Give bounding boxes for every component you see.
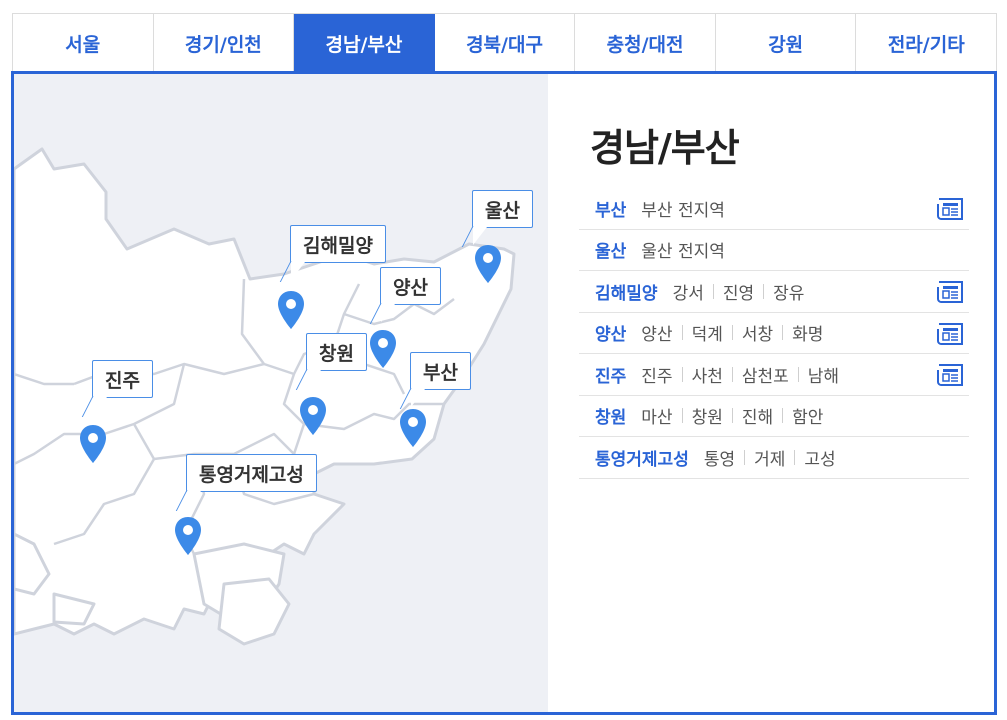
city-link-changwon[interactable]: 창원: [595, 403, 626, 428]
newspaper-icon[interactable]: [935, 196, 965, 222]
sub-area-link[interactable]: 창원: [692, 403, 723, 428]
city-link-yangsan[interactable]: 양산: [595, 320, 626, 345]
region-title: 경남/부산: [590, 126, 740, 170]
divider: [782, 325, 784, 341]
city-link-jinju[interactable]: 진주: [595, 362, 626, 387]
sub-area-link[interactable]: 부산 전지역: [641, 196, 725, 221]
sub-area-link[interactable]: 진주: [641, 362, 672, 387]
map-label-changwon[interactable]: 창원: [306, 333, 367, 371]
region-map: 울산 김해밀양 양산 창원 부산 진주 통영거제고성: [14, 74, 548, 712]
city-link-gimhae[interactable]: 김해밀양: [595, 279, 658, 304]
sub-area-link[interactable]: 거제: [754, 445, 785, 470]
sub-area-link[interactable]: 마산: [641, 403, 672, 428]
map-pin-icon[interactable]: [368, 329, 398, 369]
list-item: 통영거제고성 통영 거제 고성: [579, 437, 969, 479]
sub-area-link[interactable]: 덕계: [692, 320, 723, 345]
sub-area-link[interactable]: 진영: [723, 279, 754, 304]
sub-area-link[interactable]: 고성: [804, 445, 835, 470]
sub-area-link[interactable]: 남해: [808, 362, 839, 387]
map-pin-icon[interactable]: [78, 424, 108, 464]
list-item: 김해밀양 강서 진영 장유: [579, 271, 969, 313]
divider: [763, 283, 765, 299]
city-link-tongyeong[interactable]: 통영거제고성: [595, 445, 689, 470]
map-pin-icon[interactable]: [276, 290, 306, 330]
map-pin-icon[interactable]: [298, 396, 328, 436]
map-pin-icon[interactable]: [173, 516, 203, 556]
tab-gyeongnam-busan[interactable]: 경남/부산: [294, 14, 435, 72]
map-pin-icon[interactable]: [473, 244, 503, 284]
map-pin-icon[interactable]: [398, 408, 428, 448]
newspaper-icon[interactable]: [935, 362, 965, 388]
sub-area-link[interactable]: 진해: [742, 403, 773, 428]
map-label-tongyeong[interactable]: 통영거제고성: [186, 454, 317, 492]
divider: [681, 325, 683, 341]
city-list: 부산 부산 전지역 울산 울산 전지역 김해밀양 강서 진영 장유 양산 양산 …: [579, 188, 969, 479]
tab-chungcheong-daejeon[interactable]: 충청/대전: [575, 14, 716, 72]
divider: [681, 366, 683, 382]
city-link-ulsan[interactable]: 울산: [595, 237, 626, 262]
list-item: 진주 진주 사천 삼천포 남해: [579, 354, 969, 396]
sub-area-link[interactable]: 강서: [673, 279, 704, 304]
divider: [712, 283, 714, 299]
newspaper-icon[interactable]: [935, 279, 965, 305]
sub-area-link[interactable]: 울산 전지역: [641, 237, 725, 262]
map-label-gimhae[interactable]: 김해밀양: [290, 225, 386, 263]
sub-area-link[interactable]: 양산: [641, 320, 672, 345]
list-item: 양산 양산 덕계 서창 화명: [579, 313, 969, 354]
region-tabs: 서울 경기/인천 경남/부산 경북/대구 충청/대전 강원 전라/기타: [12, 13, 998, 72]
divider: [731, 408, 733, 424]
tab-gyeongbuk-daegu[interactable]: 경북/대구: [434, 14, 576, 72]
list-item: 창원 마산 창원 진해 함안: [579, 396, 969, 437]
divider: [731, 325, 733, 341]
region-panel: 경남/부산 부산 부산 전지역 울산 울산 전지역 김해밀양 강서 진영 장유 …: [548, 74, 994, 712]
city-link-busan[interactable]: 부산: [595, 196, 626, 221]
divider: [744, 449, 746, 465]
map-label-yangsan[interactable]: 양산: [380, 267, 441, 305]
sub-area-link[interactable]: 화명: [792, 320, 823, 345]
tab-seoul[interactable]: 서울: [12, 14, 154, 72]
divider: [794, 449, 796, 465]
tab-jeolla-etc[interactable]: 전라/기타: [856, 14, 998, 72]
sub-area-link[interactable]: 통영: [704, 445, 735, 470]
sub-area-link[interactable]: 사천: [692, 362, 723, 387]
sub-area-link[interactable]: 서창: [742, 320, 773, 345]
divider: [797, 366, 799, 382]
sub-area-link[interactable]: 삼천포: [742, 362, 789, 387]
newspaper-icon[interactable]: [935, 321, 965, 347]
divider: [681, 408, 683, 424]
tab-gangwon[interactable]: 강원: [715, 14, 857, 72]
list-item: 울산 울산 전지역: [579, 230, 969, 271]
sub-area-link[interactable]: 함안: [792, 403, 823, 428]
divider: [731, 366, 733, 382]
sub-area-link[interactable]: 장유: [773, 279, 804, 304]
map-label-busan[interactable]: 부산: [410, 352, 471, 390]
list-item: 부산 부산 전지역: [579, 188, 969, 230]
region-frame: 울산 김해밀양 양산 창원 부산 진주 통영거제고성 경남/부산 부산 부산 전…: [11, 71, 997, 715]
map-label-jinju[interactable]: 진주: [92, 360, 153, 398]
divider: [782, 408, 784, 424]
tab-gyeonggi-incheon[interactable]: 경기/인천: [153, 14, 295, 72]
map-label-ulsan[interactable]: 울산: [472, 190, 533, 228]
